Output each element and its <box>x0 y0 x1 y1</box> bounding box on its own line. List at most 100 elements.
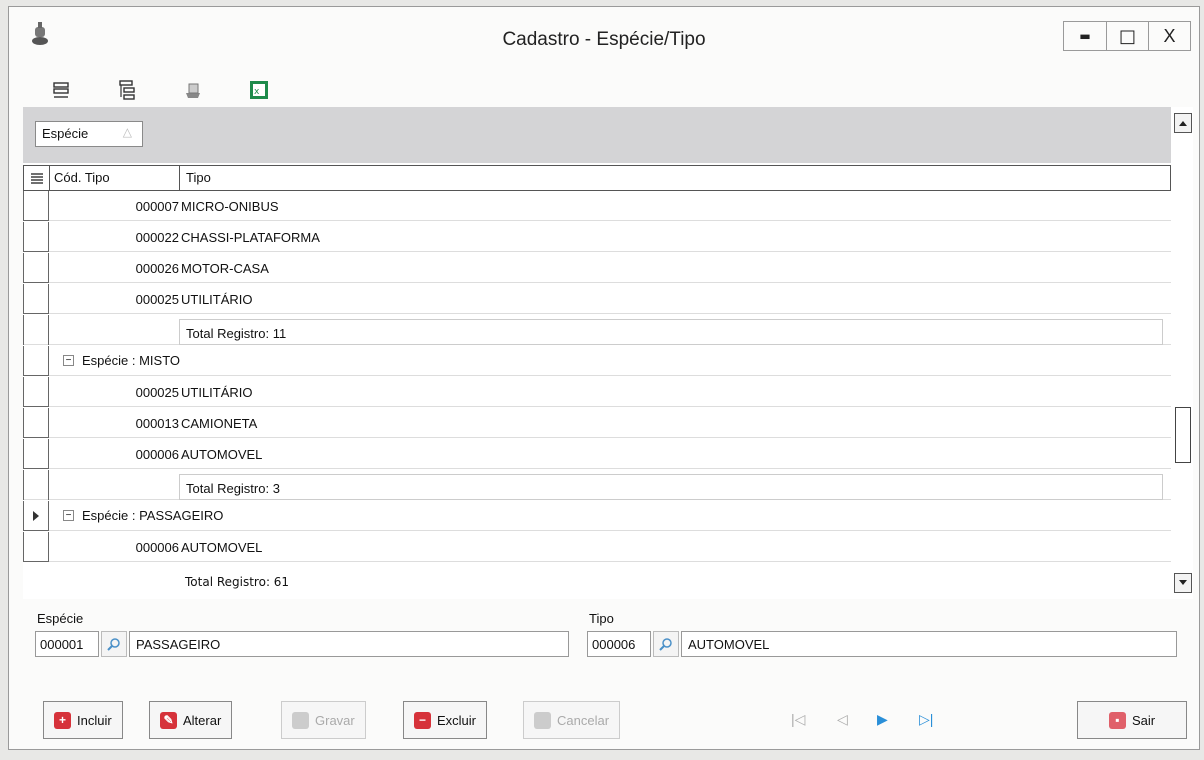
close-icon: X <box>1163 25 1176 46</box>
delete-icon: − <box>414 711 431 729</box>
tipo-lookup-button[interactable] <box>653 631 679 657</box>
group-toggle[interactable]: − Espécie : MISTO <box>63 353 180 368</box>
table-row[interactable]: 000006 AUTOMOVEL <box>23 439 1171 469</box>
incluir-button[interactable]: + Incluir <box>43 701 123 739</box>
row-selector[interactable] <box>23 346 49 376</box>
column-chooser-icon[interactable] <box>24 166 50 190</box>
cell-tipo: CAMIONETA <box>181 416 258 431</box>
group-panel: Espécie △ <box>23 107 1171 163</box>
cell-cod-tipo: 000006 <box>135 540 179 555</box>
first-record-button[interactable]: |◁ <box>791 711 805 728</box>
maximize-button[interactable]: □ <box>1106 22 1148 50</box>
column-header-tipo[interactable]: Tipo <box>180 166 211 190</box>
minimize-icon: ▬ <box>1079 29 1091 43</box>
group-chip-especie[interactable]: Espécie △ <box>35 121 143 147</box>
row-selector[interactable] <box>23 284 49 314</box>
row-selector[interactable] <box>23 532 49 562</box>
collapse-icon[interactable]: − <box>63 355 74 366</box>
grand-total-row: Total Registro: 61 <box>23 565 1171 595</box>
row-selector[interactable] <box>23 439 49 469</box>
save-icon <box>292 711 309 729</box>
magnifier-icon <box>107 638 120 651</box>
column-header: Cód. Tipo Tipo <box>23 165 1171 191</box>
table-row[interactable]: 000007 MICRO-ONIBUS <box>23 191 1171 221</box>
arrow-down-icon <box>1179 580 1187 585</box>
edit-icon: ✎ <box>160 711 177 729</box>
close-button[interactable]: X <box>1148 22 1190 50</box>
especie-code-field[interactable]: 000001 <box>35 631 99 657</box>
row-selector[interactable] <box>23 315 49 345</box>
group-toggle[interactable]: − Espécie : PASSAGEIRO <box>63 508 223 523</box>
excluir-button[interactable]: − Excluir <box>403 701 488 739</box>
table-row[interactable]: 000013 CAMIONETA <box>23 408 1171 438</box>
magnifier-icon <box>659 638 672 651</box>
excel-export-icon[interactable]: x <box>247 78 271 102</box>
scroll-thumb[interactable] <box>1175 407 1191 463</box>
row-selector[interactable] <box>23 377 49 407</box>
sair-button[interactable]: ▪ Sair <box>1077 701 1187 739</box>
scroll-up-button[interactable] <box>1174 113 1192 133</box>
group-total-row[interactable]: Total Registro: 11 <box>23 315 1171 345</box>
group-view-icon[interactable] <box>49 78 73 102</box>
next-record-button[interactable]: ▶ <box>877 711 888 728</box>
tipo-name-field[interactable]: AUTOMOVEL <box>681 631 1177 657</box>
window-controls: ▬ □ X <box>1063 21 1191 51</box>
cell-tipo: AUTOMOVEL <box>181 540 263 555</box>
row-selector[interactable] <box>23 191 49 221</box>
vertical-scrollbar[interactable] <box>1173 107 1193 599</box>
tipo-code-field[interactable]: 000006 <box>587 631 651 657</box>
especie-name-field[interactable]: PASSAGEIRO <box>129 631 569 657</box>
print-icon[interactable] <box>181 78 205 102</box>
cell-cod-tipo: 000025 <box>135 385 179 400</box>
sair-label: Sair <box>1131 712 1156 728</box>
row-selector[interactable] <box>23 222 49 252</box>
group-total-text: Total Registro: 11 <box>179 319 1163 345</box>
group-total-row[interactable]: Total Registro: 3 <box>23 470 1171 500</box>
group-chip-label: Espécie <box>42 126 89 141</box>
tipo-label: Tipo <box>589 611 614 626</box>
tree-view-icon[interactable] <box>115 78 139 102</box>
especie-label: Espécie <box>37 611 84 626</box>
cell-tipo: MOTOR-CASA <box>181 261 269 276</box>
table-row[interactable]: 000022 CHASSI-PLATAFORMA <box>23 222 1171 252</box>
table-row[interactable]: 000025 UTILITÁRIO <box>23 284 1171 314</box>
gravar-label: Gravar <box>315 712 355 728</box>
table-row[interactable]: 000025 UTILITÁRIO <box>23 377 1171 407</box>
prev-record-button[interactable]: ◁ <box>837 711 848 728</box>
cancel-icon <box>534 711 551 729</box>
group-header-label: Espécie : MISTO <box>82 353 181 368</box>
group-header-row[interactable]: − Espécie : MISTO <box>23 346 1171 376</box>
last-record-button[interactable]: ▷| <box>919 711 933 728</box>
row-selector[interactable] <box>23 253 49 283</box>
gravar-button[interactable]: Gravar <box>281 701 366 739</box>
cell-cod-tipo: 000025 <box>135 292 179 307</box>
record-form: Espécie 000001 PASSAGEIRO Tipo 000006 AU… <box>33 607 1193 667</box>
column-header-cod-tipo[interactable]: Cód. Tipo <box>50 166 180 190</box>
cell-tipo: UTILITÁRIO <box>181 292 253 307</box>
group-header-row[interactable]: − Espécie : PASSAGEIRO <box>23 501 1171 531</box>
cell-cod-tipo: 000013 <box>135 416 179 431</box>
row-selector[interactable] <box>23 470 49 500</box>
especie-lookup-button[interactable] <box>101 631 127 657</box>
cancelar-button[interactable]: Cancelar <box>523 701 621 739</box>
cell-cod-tipo: 000022 <box>135 230 179 245</box>
grid-rows: 000007 MICRO-ONIBUS 000022 CHASSI-PLATAFORM… <box>23 191 1171 599</box>
alterar-button[interactable]: ✎ Alterar <box>149 701 233 739</box>
cell-cod-tipo: 000006 <box>135 447 179 462</box>
row-selector[interactable] <box>23 408 49 438</box>
toolbar: x <box>49 75 271 105</box>
incluir-label: Incluir <box>77 712 112 728</box>
group-header-label: Espécie : PASSAGEIRO <box>82 508 224 523</box>
minimize-button[interactable]: ▬ <box>1064 22 1106 50</box>
current-row-icon <box>33 510 39 521</box>
table-row[interactable]: 000006 AUTOMOVEL <box>23 532 1171 562</box>
cell-tipo: MICRO-ONIBUS <box>181 199 279 214</box>
exit-icon: ▪ <box>1108 711 1126 729</box>
cell-tipo: UTILITÁRIO <box>181 385 253 400</box>
collapse-icon[interactable]: − <box>63 510 74 521</box>
table-row[interactable]: 000026 MOTOR-CASA <box>23 253 1171 283</box>
cancelar-label: Cancelar <box>557 712 610 728</box>
cell-cod-tipo: 000026 <box>135 261 179 276</box>
row-selector[interactable] <box>23 501 49 531</box>
scroll-down-button[interactable] <box>1174 573 1192 593</box>
